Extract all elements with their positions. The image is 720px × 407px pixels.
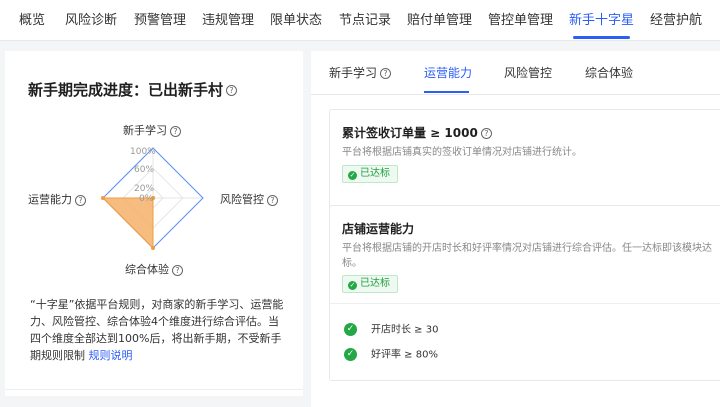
help-icon[interactable]: ?	[267, 194, 278, 206]
subtab-newbie-learning[interactable]: 新手学习?	[329, 51, 392, 95]
radar-value-area	[101, 197, 154, 250]
divider	[330, 303, 720, 304]
check-circle-icon: ✓	[348, 281, 357, 290]
subtab-operation-capability[interactable]: 运营能力	[424, 51, 472, 95]
status-badge: ✓ 已达标	[342, 165, 398, 183]
sub-tabs: 新手学习? 运营能力 风险管控 综合体验	[311, 51, 720, 95]
tab-violation-management[interactable]: 违规管理	[202, 0, 254, 40]
criterion-item: ✓ 好评率 ≥ 80%	[344, 348, 438, 362]
active-tab-indicator	[573, 36, 630, 39]
tab-warning-management[interactable]: 预警管理	[134, 0, 186, 40]
tab-newbie-cross-star[interactable]: 新手十字星	[569, 0, 634, 40]
tab-business-escort[interactable]: 经营护航	[650, 0, 702, 40]
progress-title: 新手期完成进度：已出新手村?	[28, 79, 238, 100]
help-icon[interactable]: ?	[480, 128, 492, 139]
check-circle-icon: ✓	[348, 171, 357, 180]
help-icon[interactable]: ?	[226, 85, 238, 96]
axis-label-overall-experience: 综合体验?	[125, 261, 183, 277]
status-badge: ✓ 已达标	[342, 275, 398, 293]
tab-risk-diagnosis[interactable]: 风险诊断	[65, 0, 117, 40]
axis-label-newbie-learning: 新手学习?	[123, 122, 181, 138]
tab-control-order-management[interactable]: 管控单管理	[488, 0, 553, 40]
progress-panel: 新手期完成进度：已出新手村? 100% 60% 20% 0% 新手学习? 风险管…	[5, 51, 303, 396]
card-title: 店铺运营能力	[342, 222, 415, 236]
axis-label-operation-capability: 运营能力?	[28, 191, 86, 207]
help-icon[interactable]: ?	[380, 68, 392, 79]
help-icon[interactable]: ?	[170, 125, 181, 137]
criterion-card: 店铺运营能力 平台将根据店铺的开店时长和好评率情况对店铺进行综合评估。任一达标即…	[329, 205, 720, 381]
help-icon[interactable]: ?	[172, 264, 183, 276]
card-description: 平台将根据店铺的开店时长和好评率情况对店铺进行综合评估。任一达标即该模块达标。	[342, 243, 712, 269]
active-subtab-indicator	[424, 91, 469, 93]
radar-point	[101, 196, 105, 200]
check-circle-icon: ✓	[344, 323, 357, 336]
tab-compensation-management[interactable]: 赔付单管理	[407, 0, 472, 40]
card-description: 平台将根据店铺真实的签收订单情况对店铺进行统计。	[342, 147, 582, 158]
rules-link[interactable]: 规则说明	[89, 349, 133, 362]
tick-label: 20%	[134, 184, 154, 194]
subtab-overall-experience[interactable]: 综合体验	[585, 51, 633, 95]
detail-panel: 新手学习? 运营能力 风险管控 综合体验 累计签收订单量 ≥ 1000? 平台将…	[311, 51, 720, 407]
tab-node-records[interactable]: 节点记录	[339, 0, 391, 40]
radar-point	[151, 246, 155, 250]
divider	[5, 389, 303, 390]
description: “十字星”依据平台规则，对商家的新手学习、运营能力、风险管控、综合体验4个维度进…	[30, 298, 284, 362]
tab-overview[interactable]: 概览	[19, 0, 45, 40]
check-circle-icon: ✓	[344, 348, 357, 361]
top-nav: 概览 风险诊断 预警管理 违规管理 限单状态 节点记录 赔付单管理 管控单管理 …	[0, 0, 720, 41]
tab-order-limit-status[interactable]: 限单状态	[270, 0, 322, 40]
axis-label-risk-control: 风险管控?	[220, 191, 278, 207]
criterion-item: ✓ 开店时长 ≥ 30	[344, 323, 438, 337]
tick-label: 100%	[130, 147, 156, 157]
help-icon[interactable]: ?	[75, 194, 86, 206]
card-title: 累计签收订单量 ≥ 1000?	[342, 124, 492, 141]
subtab-risk-control[interactable]: 风险管控	[504, 51, 552, 95]
tick-label: 60%	[134, 165, 154, 175]
tick-label: 0%	[139, 194, 154, 204]
